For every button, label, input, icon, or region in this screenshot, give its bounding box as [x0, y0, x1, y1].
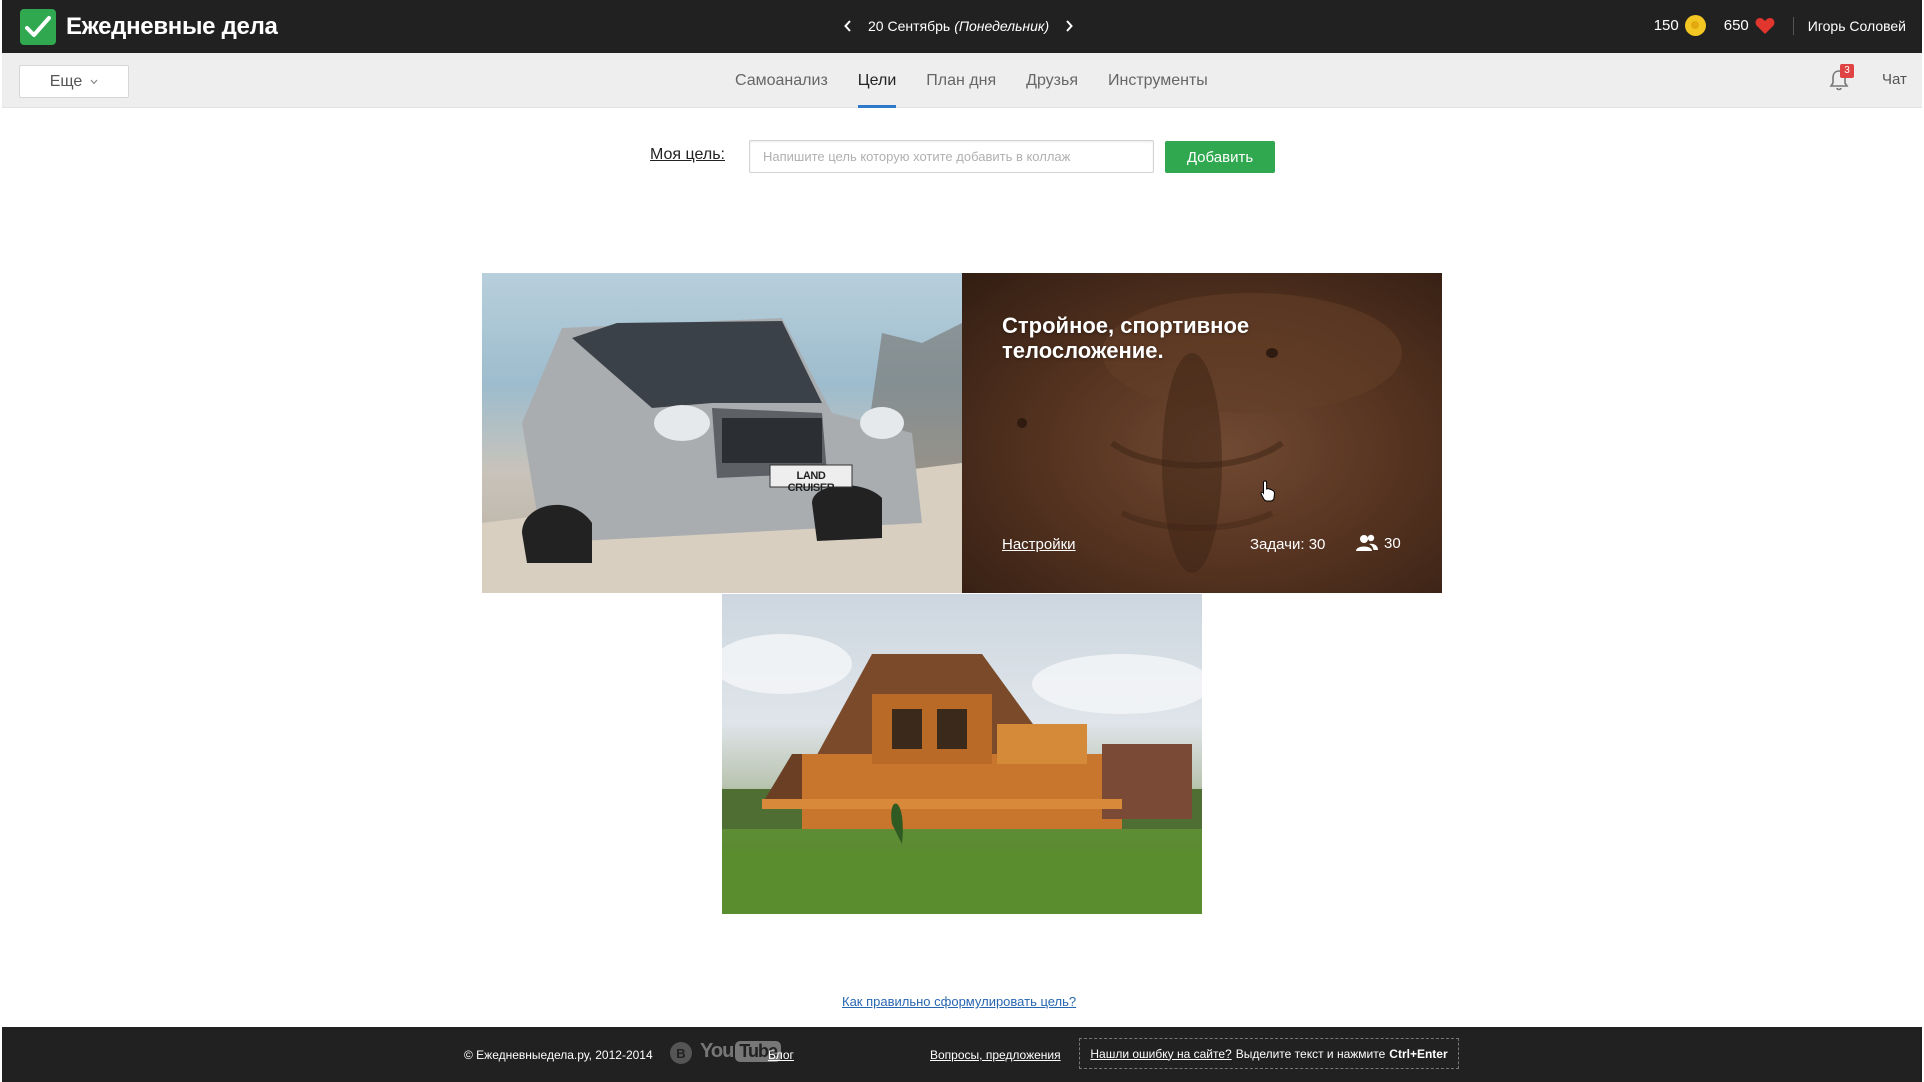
tab-goals[interactable]: Цели: [843, 53, 911, 108]
logo[interactable]: Ежедневные дела: [20, 9, 278, 45]
collage-image-fitness[interactable]: Стройное, спортивное телосложение. Настр…: [962, 273, 1442, 593]
user-stats: 150 650 Игорь Соловей: [1654, 15, 1906, 36]
previous-day-arrow-icon[interactable]: [840, 16, 856, 36]
date-day: 20 Сентябрь: [868, 18, 951, 34]
nav-tabs: Самоанализ Цели План дня Друзья Инструме…: [720, 53, 1223, 108]
people-count: 30: [1384, 534, 1401, 552]
goal-help-link[interactable]: Как правильно сформулировать цель?: [842, 994, 1076, 1009]
goal-input[interactable]: [749, 140, 1154, 173]
car-badge-text: LAND CRUISER: [787, 470, 835, 494]
header-divider: [1792, 16, 1794, 35]
goal-title: Стройное, спортивное телосложение.: [1002, 313, 1250, 363]
date-weekday: (Понедельник): [954, 18, 1050, 34]
report-error-link[interactable]: Нашли ошибку на сайте?: [1090, 1047, 1231, 1061]
hand-cursor-icon: [1260, 480, 1276, 502]
more-label: Еще: [49, 72, 83, 90]
goal-people[interactable]: 30: [1356, 534, 1401, 552]
chevron-down-icon: [90, 79, 98, 84]
app-title: Ежедневные дела: [66, 13, 278, 40]
car-image: [482, 318, 962, 593]
people-icon: [1356, 534, 1378, 551]
tab-tools[interactable]: Инструменты: [1093, 53, 1223, 108]
coin-icon: [1684, 15, 1706, 36]
page: Ежедневные дела 20 Сентябрь (Понедельник)…: [0, 0, 1924, 1082]
house-image: [722, 634, 1202, 914]
report-error-box: Нашли ошибку на сайте? Выделите текст и …: [1079, 1038, 1459, 1069]
checkmark-logo-icon: [20, 9, 56, 45]
report-error-shortcut: Ctrl+Enter: [1389, 1046, 1448, 1061]
add-goal-button[interactable]: Добавить: [1165, 141, 1275, 173]
username-link[interactable]: Игорь Соловей: [1808, 18, 1906, 34]
chat-link[interactable]: Чат: [1882, 71, 1907, 88]
goal-tasks-count: Задачи: 30: [1250, 536, 1326, 553]
tab-label: Самоанализ: [735, 71, 828, 89]
blog-link[interactable]: Блог: [768, 1048, 794, 1062]
date-navigator: 20 Сентябрь (Понедельник): [840, 16, 1077, 36]
tab-self-analysis[interactable]: Самоанализ: [720, 53, 843, 108]
youtube-you: You: [700, 1040, 734, 1062]
collage-image-house[interactable]: [722, 594, 1202, 914]
tab-friends[interactable]: Друзья: [1011, 53, 1093, 108]
goal-settings-link[interactable]: Настройки: [1002, 536, 1076, 553]
report-error-text: Выделите текст и нажмите: [1235, 1046, 1386, 1061]
tab-label: План дня: [926, 71, 997, 89]
coins-counter[interactable]: 150: [1654, 15, 1706, 36]
main-navigation: Еще Самоанализ Цели План дня Друзья Инст…: [2, 53, 1922, 108]
vk-icon[interactable]: B: [670, 1042, 692, 1064]
my-goal-label: Моя цель:: [650, 146, 725, 163]
top-header: Ежедневные дела 20 Сентябрь (Понедельник)…: [2, 0, 1922, 53]
copyright-text: © Ежедневныедела.ру, 2012-2014: [464, 1048, 653, 1062]
tab-label: Друзья: [1026, 71, 1079, 89]
heart-icon: [1755, 17, 1775, 34]
footer: © Ежедневныедела.ру, 2012-2014 B You Tube…: [2, 1027, 1922, 1082]
tab-label: Цели: [857, 71, 897, 89]
hearts-value: 650: [1723, 17, 1749, 34]
notifications-bell-icon[interactable]: 3: [1828, 64, 1854, 92]
more-dropdown-button[interactable]: Еще: [19, 65, 129, 98]
tab-label: Инструменты: [1108, 71, 1208, 89]
notifications-badge: 3: [1840, 64, 1854, 78]
tab-day-plan[interactable]: План дня: [911, 53, 1011, 108]
collage-image-car[interactable]: LAND CRUISER: [482, 273, 962, 593]
next-day-arrow-icon[interactable]: [1061, 16, 1077, 36]
feedback-link[interactable]: Вопросы, предложения: [930, 1048, 1061, 1062]
coins-value: 150: [1653, 17, 1679, 34]
hearts-counter[interactable]: 650: [1724, 17, 1775, 35]
current-date: 20 Сентябрь (Понедельник): [868, 18, 1049, 34]
